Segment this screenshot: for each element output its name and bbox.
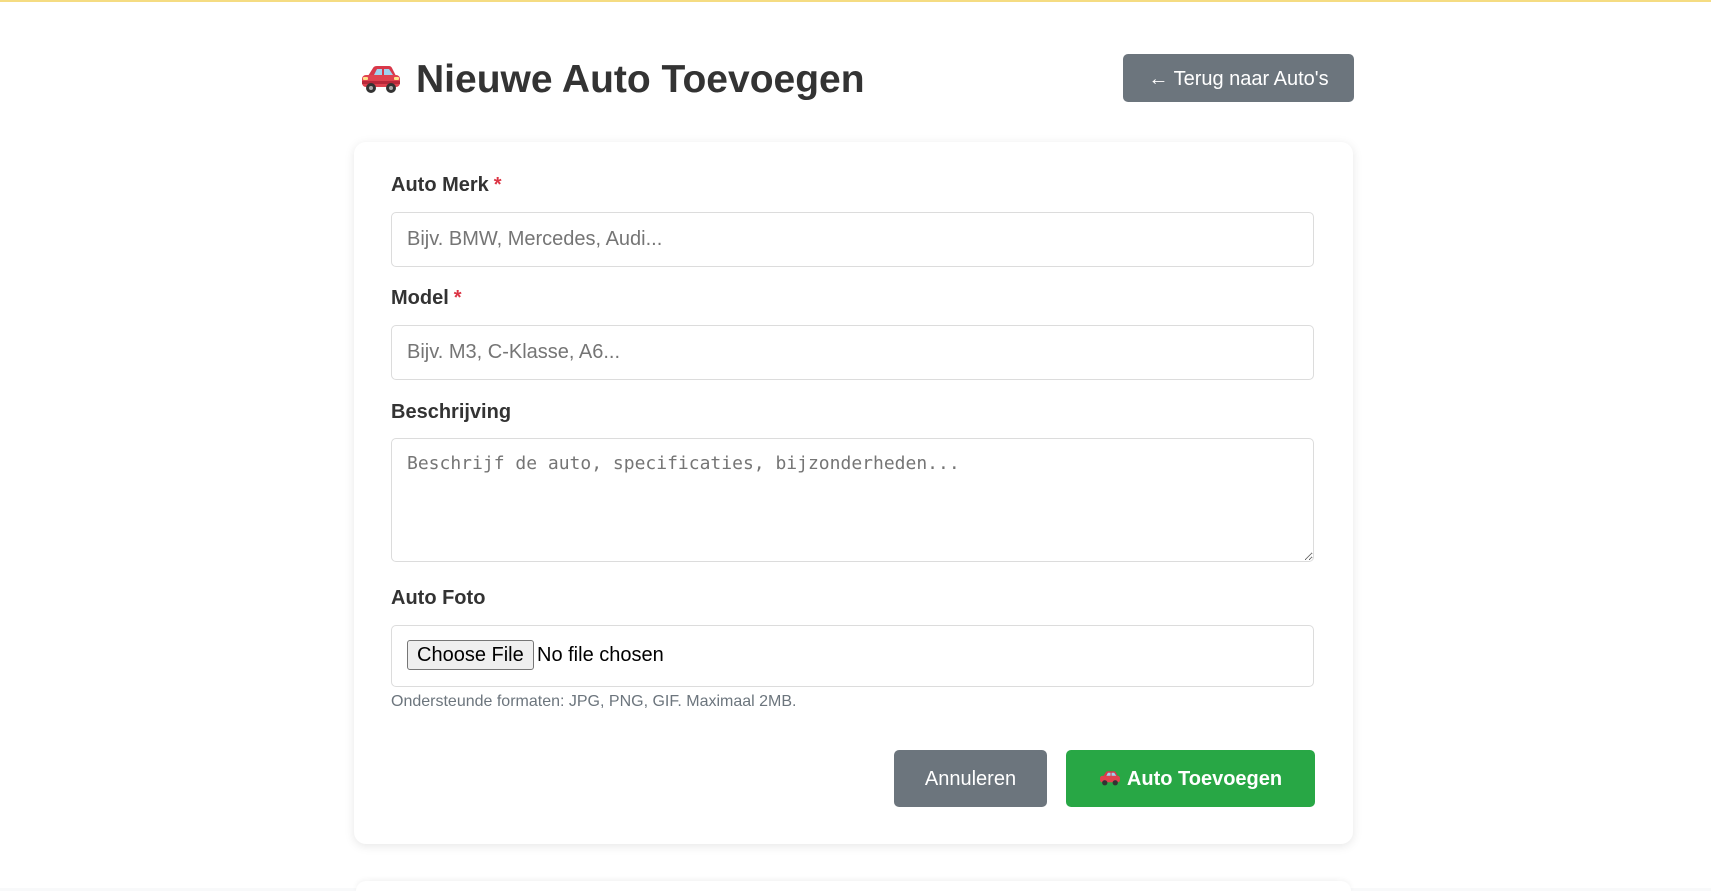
submit-label: Auto Toevoegen [1126, 768, 1283, 790]
required-marker: * [493, 174, 502, 196]
page-title-text: Nieuwe Auto Toevoegen [416, 58, 865, 101]
model-label: Model * [391, 287, 462, 310]
photo-label: Auto Foto [391, 587, 485, 610]
page-title: Nieuwe Auto Toevoegen [360, 54, 865, 106]
photo-label-text: Auto Foto [391, 587, 486, 609]
back-to-cars-button[interactable]: ← Terug naar Auto's [1123, 54, 1354, 102]
cancel-button[interactable]: Annuleren [894, 750, 1047, 807]
car-icon [1099, 770, 1120, 786]
description-label: Beschrijving [391, 401, 511, 424]
file-status-text: No file chosen [537, 644, 664, 666]
description-label-text: Beschrijving [391, 401, 512, 423]
brand-label: Auto Merk * [391, 174, 502, 197]
add-car-form-card: Auto Merk* Model* Beschrijving Auto Foto… [354, 142, 1353, 844]
photo-file-input[interactable]: Choose File No file chosen [391, 625, 1314, 687]
choose-file-button[interactable]: Choose File [407, 640, 534, 670]
model-input[interactable] [391, 325, 1314, 380]
page-header: Nieuwe Auto Toevoegen ← Terug naar Auto'… [353, 50, 1356, 106]
model-label-text: Model [391, 287, 449, 309]
brand-label-text: Auto Merk [391, 174, 489, 196]
car-icon [362, 65, 400, 93]
description-textarea[interactable] [391, 438, 1314, 562]
required-marker: * [453, 287, 462, 309]
add-car-submit-button[interactable]: Auto Toevoegen [1066, 750, 1315, 807]
brand-input[interactable] [391, 212, 1314, 267]
photo-format-hint: Ondersteunde formaten: JPG, PNG, GIF. Ma… [391, 693, 797, 710]
next-section-card [356, 881, 1351, 891]
